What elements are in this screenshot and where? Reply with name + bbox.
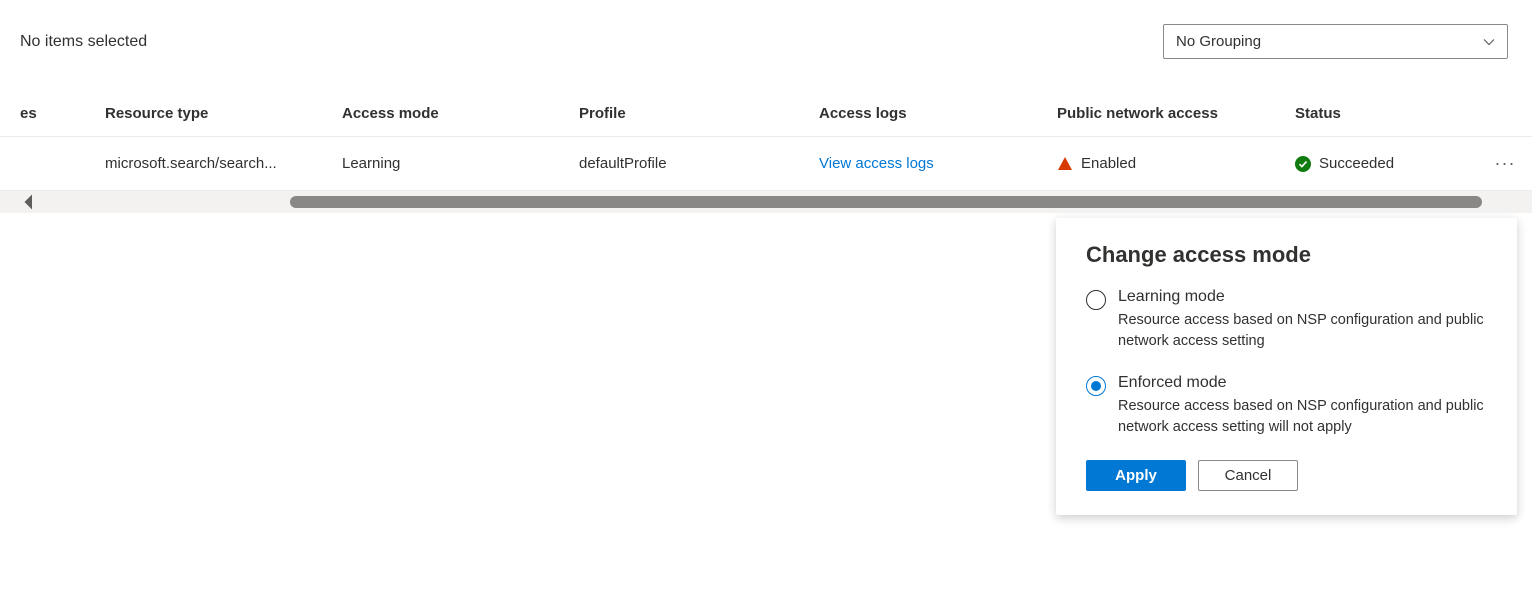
radio-dot-icon	[1091, 381, 1101, 391]
radio-label-learning: Learning mode	[1118, 288, 1487, 306]
chevron-down-icon	[1483, 36, 1495, 48]
cell-profile: defaultProfile	[579, 155, 819, 172]
radio-learning-mode[interactable]: Learning mode Resource access based on N…	[1086, 288, 1487, 352]
table-header-row: es Resource type Access mode Profile Acc…	[0, 93, 1532, 137]
cancel-button[interactable]: Cancel	[1198, 460, 1298, 491]
change-access-mode-popover: Change access mode Learning mode Resourc…	[1056, 218, 1517, 515]
column-header-status[interactable]: Status	[1295, 105, 1485, 122]
radio-desc-enforced: Resource access based on NSP configurati…	[1118, 396, 1487, 438]
table-row[interactable]: microsoft.search/search... Learning defa…	[0, 137, 1532, 191]
view-access-logs-link[interactable]: View access logs	[819, 155, 934, 172]
row-context-menu[interactable]: ···	[1495, 153, 1516, 173]
cell-resource-type: microsoft.search/search...	[105, 155, 342, 172]
grouping-selected-value: No Grouping	[1176, 33, 1261, 50]
horizontal-scrollbar[interactable]	[0, 191, 1532, 213]
scroll-left-icon[interactable]	[20, 193, 38, 211]
column-header-es[interactable]: es	[0, 105, 105, 122]
scroll-thumb[interactable]	[290, 196, 1482, 208]
resources-table: es Resource type Access mode Profile Acc…	[0, 93, 1532, 191]
column-header-access-logs[interactable]: Access logs	[819, 105, 1057, 122]
cell-public-access: Enabled	[1081, 155, 1136, 172]
column-header-access-mode[interactable]: Access mode	[342, 105, 579, 122]
grouping-dropdown[interactable]: No Grouping	[1163, 24, 1508, 59]
success-check-icon	[1295, 156, 1311, 172]
popover-button-row: Apply Cancel	[1086, 460, 1487, 491]
radio-circle-unchecked	[1086, 290, 1106, 310]
warning-icon	[1057, 156, 1073, 172]
selection-summary: No items selected	[20, 33, 147, 51]
column-header-profile[interactable]: Profile	[579, 105, 819, 122]
popover-title: Change access mode	[1086, 242, 1487, 268]
radio-circle-checked	[1086, 376, 1106, 396]
radio-label-enforced: Enforced mode	[1118, 374, 1487, 392]
column-header-public-access[interactable]: Public network access	[1057, 105, 1295, 122]
apply-button[interactable]: Apply	[1086, 460, 1186, 491]
cell-access-mode: Learning	[342, 155, 579, 172]
column-header-resource-type[interactable]: Resource type	[105, 105, 342, 122]
top-bar: No items selected No Grouping	[0, 0, 1532, 75]
radio-enforced-mode[interactable]: Enforced mode Resource access based on N…	[1086, 374, 1487, 438]
cell-status: Succeeded	[1319, 155, 1394, 172]
radio-desc-learning: Resource access based on NSP configurati…	[1118, 310, 1487, 352]
